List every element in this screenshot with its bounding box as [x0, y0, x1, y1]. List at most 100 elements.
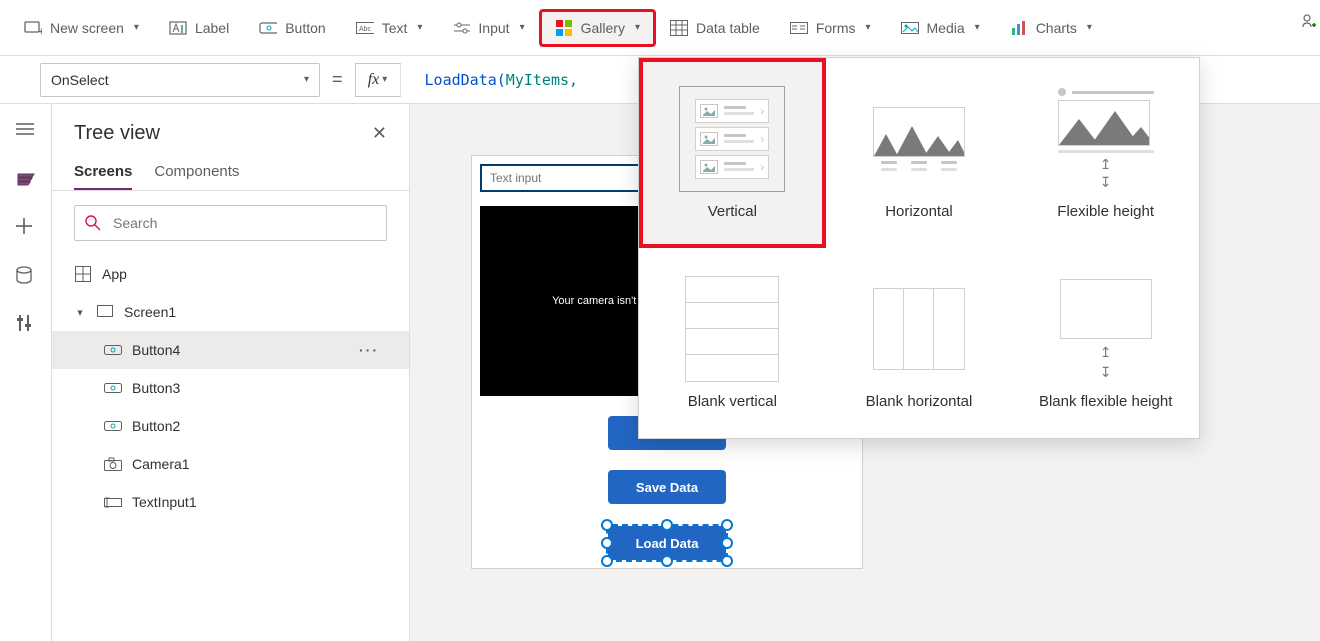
more-icon[interactable]: ··· — [359, 342, 379, 358]
text-label: Text — [382, 20, 408, 36]
svg-text:+: + — [38, 26, 42, 37]
search-input[interactable] — [111, 214, 376, 232]
fx-button[interactable]: fx▾ — [355, 63, 401, 97]
gallery-blank-flexible-thumb: ↥ ↧ — [1054, 277, 1158, 381]
tree-item-label: App — [102, 266, 127, 282]
resize-handle[interactable] — [601, 519, 613, 531]
charts-icon — [1010, 19, 1028, 37]
resize-handle[interactable] — [721, 537, 733, 549]
formula-token-arg: MyItems, — [506, 71, 578, 89]
new-screen-button[interactable]: + New screen ▾ — [10, 11, 153, 45]
tree-item-button2[interactable]: Button2 — [52, 407, 409, 445]
input-button[interactable]: Input ▾ — [438, 11, 538, 45]
button-label: Save Data — [636, 480, 698, 495]
forms-label: Forms — [816, 20, 856, 36]
arrow-up-icon: ↥ — [1058, 157, 1154, 171]
gallery-option-label: Blank vertical — [688, 393, 777, 410]
data-table-button[interactable]: Data table — [656, 11, 774, 45]
fx-label: fx — [368, 71, 380, 89]
screen-icon — [96, 303, 114, 321]
button-label: Button — [285, 20, 325, 36]
gallery-button[interactable]: Gallery ▾ — [541, 11, 654, 45]
canvas-save-data-button[interactable]: Save Data — [608, 470, 726, 504]
insert-ribbon: + New screen ▾ Label Button Abc Text ▾ I… — [0, 0, 1320, 56]
property-selector[interactable]: OnSelect ▾ — [40, 63, 320, 97]
hamburger-icon[interactable] — [16, 122, 36, 142]
button-icon — [104, 379, 122, 397]
button-icon — [104, 417, 122, 435]
chevron-down-icon: ▾ — [520, 22, 525, 33]
data-table-icon — [670, 19, 688, 37]
arrow-up-icon: ↥ — [1100, 345, 1112, 359]
gallery-option-vertical[interactable]: › › › Vertical — [639, 58, 826, 248]
formula-token-function: LoadData( — [425, 71, 506, 89]
app-icon — [74, 265, 92, 283]
arrow-down-icon: ↧ — [1100, 365, 1112, 379]
resize-handle[interactable] — [661, 555, 673, 567]
left-rail — [0, 104, 52, 641]
arrow-down-icon: ↧ — [1058, 175, 1154, 189]
forms-button[interactable]: Forms ▾ — [776, 11, 885, 45]
data-icon[interactable] — [16, 266, 36, 286]
gallery-option-flexible-height[interactable]: ↥ ↧ Flexible height — [1012, 58, 1199, 248]
gallery-option-label: Horizontal — [885, 203, 953, 220]
svg-text:Abc: Abc — [359, 26, 372, 33]
gallery-option-horizontal[interactable]: Horizontal — [826, 58, 1013, 248]
gallery-option-blank-vertical[interactable]: Blank vertical — [639, 248, 826, 438]
insert-icon[interactable] — [16, 218, 36, 238]
property-name: OnSelect — [51, 72, 109, 88]
tab-screens-label: Screens — [74, 163, 132, 180]
charts-button[interactable]: Charts ▾ — [996, 11, 1106, 45]
tree-item-screen1[interactable]: ▾ Screen1 — [52, 293, 409, 331]
charts-label: Charts — [1036, 20, 1077, 36]
text-button[interactable]: Abc Text ▾ — [342, 11, 437, 45]
equals-sign: = — [332, 69, 343, 90]
media-button[interactable]: Media ▾ — [887, 11, 994, 45]
tab-components[interactable]: Components — [154, 155, 239, 190]
resize-handle[interactable] — [601, 537, 613, 549]
tree-item-camera1[interactable]: Camera1 — [52, 445, 409, 483]
gallery-vertical-thumb: › › › — [680, 87, 784, 191]
gallery-option-blank-horizontal[interactable]: Blank horizontal — [826, 248, 1013, 438]
chevron-down-icon: ▾ — [304, 74, 309, 85]
media-icon — [901, 19, 919, 37]
button-label: Load Data — [636, 536, 699, 551]
button-icon — [259, 19, 277, 37]
gallery-option-label: Blank horizontal — [866, 393, 973, 410]
label-button[interactable]: Label — [155, 11, 243, 45]
input-icon — [452, 19, 470, 37]
gallery-option-blank-flexible[interactable]: ↥ ↧ Blank flexible height — [1012, 248, 1199, 438]
search-icon — [85, 215, 101, 231]
gallery-blank-vertical-thumb — [680, 277, 784, 381]
tools-icon[interactable] — [16, 314, 36, 334]
resize-handle[interactable] — [721, 519, 733, 531]
tree-item-textinput1[interactable]: TextInput1 — [52, 483, 409, 521]
close-icon[interactable]: ✕ — [372, 123, 387, 144]
gallery-option-label: Flexible height — [1057, 203, 1154, 220]
tab-components-label: Components — [154, 163, 239, 180]
button-button[interactable]: Button — [245, 11, 339, 45]
tree-item-label: Screen1 — [124, 304, 176, 320]
tree-view-icon[interactable] — [16, 170, 36, 190]
tab-screens[interactable]: Screens — [74, 155, 132, 190]
gallery-horizontal-thumb — [867, 87, 971, 191]
chevron-down-icon[interactable]: ▾ — [74, 306, 86, 319]
gallery-flexible-thumb: ↥ ↧ — [1054, 87, 1158, 191]
resize-handle[interactable] — [601, 555, 613, 567]
tree-item-button4[interactable]: Button4 ··· — [52, 331, 409, 369]
new-screen-icon: + — [24, 19, 42, 37]
chevron-down-icon: ▾ — [865, 22, 870, 33]
chevron-down-icon: ▾ — [417, 22, 422, 33]
add-icon[interactable] — [1302, 14, 1316, 28]
tree-search[interactable] — [74, 205, 387, 241]
canvas-load-data-button-selected[interactable]: Load Data — [608, 526, 726, 560]
resize-handle[interactable] — [661, 519, 673, 531]
gallery-dropdown: › › › Vertical Horizontal — [638, 57, 1200, 439]
resize-handle[interactable] — [721, 555, 733, 567]
tree-item-label: Button2 — [132, 418, 180, 434]
tree-item-label: Button4 — [132, 342, 180, 358]
textinput-icon — [104, 493, 122, 511]
chevron-down-icon: ▾ — [975, 22, 980, 33]
tree-item-app[interactable]: App — [52, 255, 409, 293]
tree-item-button3[interactable]: Button3 — [52, 369, 409, 407]
